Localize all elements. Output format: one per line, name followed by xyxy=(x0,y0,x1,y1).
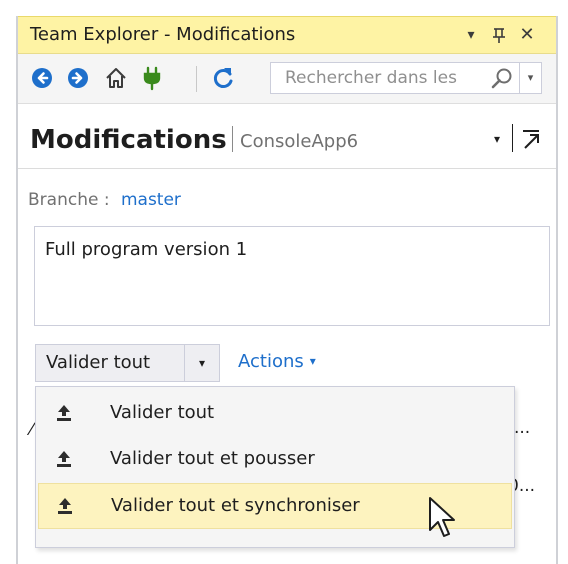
header-divider xyxy=(18,168,556,169)
back-icon[interactable] xyxy=(32,68,52,88)
menu-item-label: Valider tout et pousser xyxy=(110,448,315,469)
pin-icon-glyph xyxy=(493,28,505,43)
header-separator xyxy=(232,126,233,152)
close-icon[interactable]: ✕ xyxy=(514,21,540,49)
actions-label: Actions xyxy=(238,351,304,372)
search-input[interactable] xyxy=(273,65,495,91)
upload-icon xyxy=(57,405,71,421)
page-title: Modifications xyxy=(30,125,227,155)
refresh-icon[interactable] xyxy=(210,64,238,92)
mouse-pointer-icon xyxy=(429,497,455,537)
page-header: Modifications ConsoleApp6 ▾ xyxy=(18,106,556,166)
navigation-dropdown-icon[interactable]: ▾ xyxy=(486,126,508,152)
search-box: ▾ xyxy=(270,62,542,94)
background-row-1-suffix: ... xyxy=(514,418,531,438)
background-fragment: ⁄ xyxy=(30,420,33,440)
menu-item-commit-all[interactable]: Valider tout xyxy=(38,391,512,437)
team-explorer-window: Team Explorer - Modifications ▾ ✕ Recher… xyxy=(16,16,558,564)
commit-options-dropdown-button[interactable]: ▾ xyxy=(185,345,219,381)
upload-icon xyxy=(58,498,72,514)
chevron-down-icon: ▾ xyxy=(309,354,316,368)
forward-icon[interactable] xyxy=(68,68,88,88)
commit-all-split-button: Valider tout ▾ xyxy=(35,344,220,382)
menu-item-label: Valider tout xyxy=(110,402,215,423)
upload-icon xyxy=(57,451,71,467)
home-icon[interactable] xyxy=(102,64,130,92)
menu-item-label: Valider tout et synchroniser xyxy=(111,495,360,516)
commit-message-input[interactable]: Full program version 1 xyxy=(34,226,550,326)
menu-item-commit-all-and-push[interactable]: Valider tout et pousser xyxy=(38,437,512,483)
window-menu-dropdown-icon[interactable]: ▾ xyxy=(458,21,484,49)
header-vertical-separator xyxy=(512,124,513,152)
actions-menu-link[interactable]: Actions ▾ xyxy=(238,351,316,372)
title-bar: Team Explorer - Modifications ▾ ✕ xyxy=(18,16,556,54)
branch-label: Branche : xyxy=(28,190,110,210)
commit-all-button[interactable]: Valider tout xyxy=(36,345,184,381)
search-icon[interactable] xyxy=(489,66,515,92)
branch-link[interactable]: master xyxy=(121,190,181,210)
pin-icon[interactable] xyxy=(486,21,512,49)
undock-popout-icon[interactable] xyxy=(518,126,544,152)
toolbar-separator xyxy=(196,66,197,92)
connect-icon[interactable] xyxy=(138,64,166,92)
toolbar: ▾ xyxy=(18,54,556,104)
repository-name: ConsoleApp6 xyxy=(240,131,359,152)
window-title: Team Explorer - Modifications xyxy=(30,24,296,45)
branch-row: Branche : master xyxy=(28,190,181,210)
search-options-dropdown[interactable]: ▾ xyxy=(519,63,541,93)
